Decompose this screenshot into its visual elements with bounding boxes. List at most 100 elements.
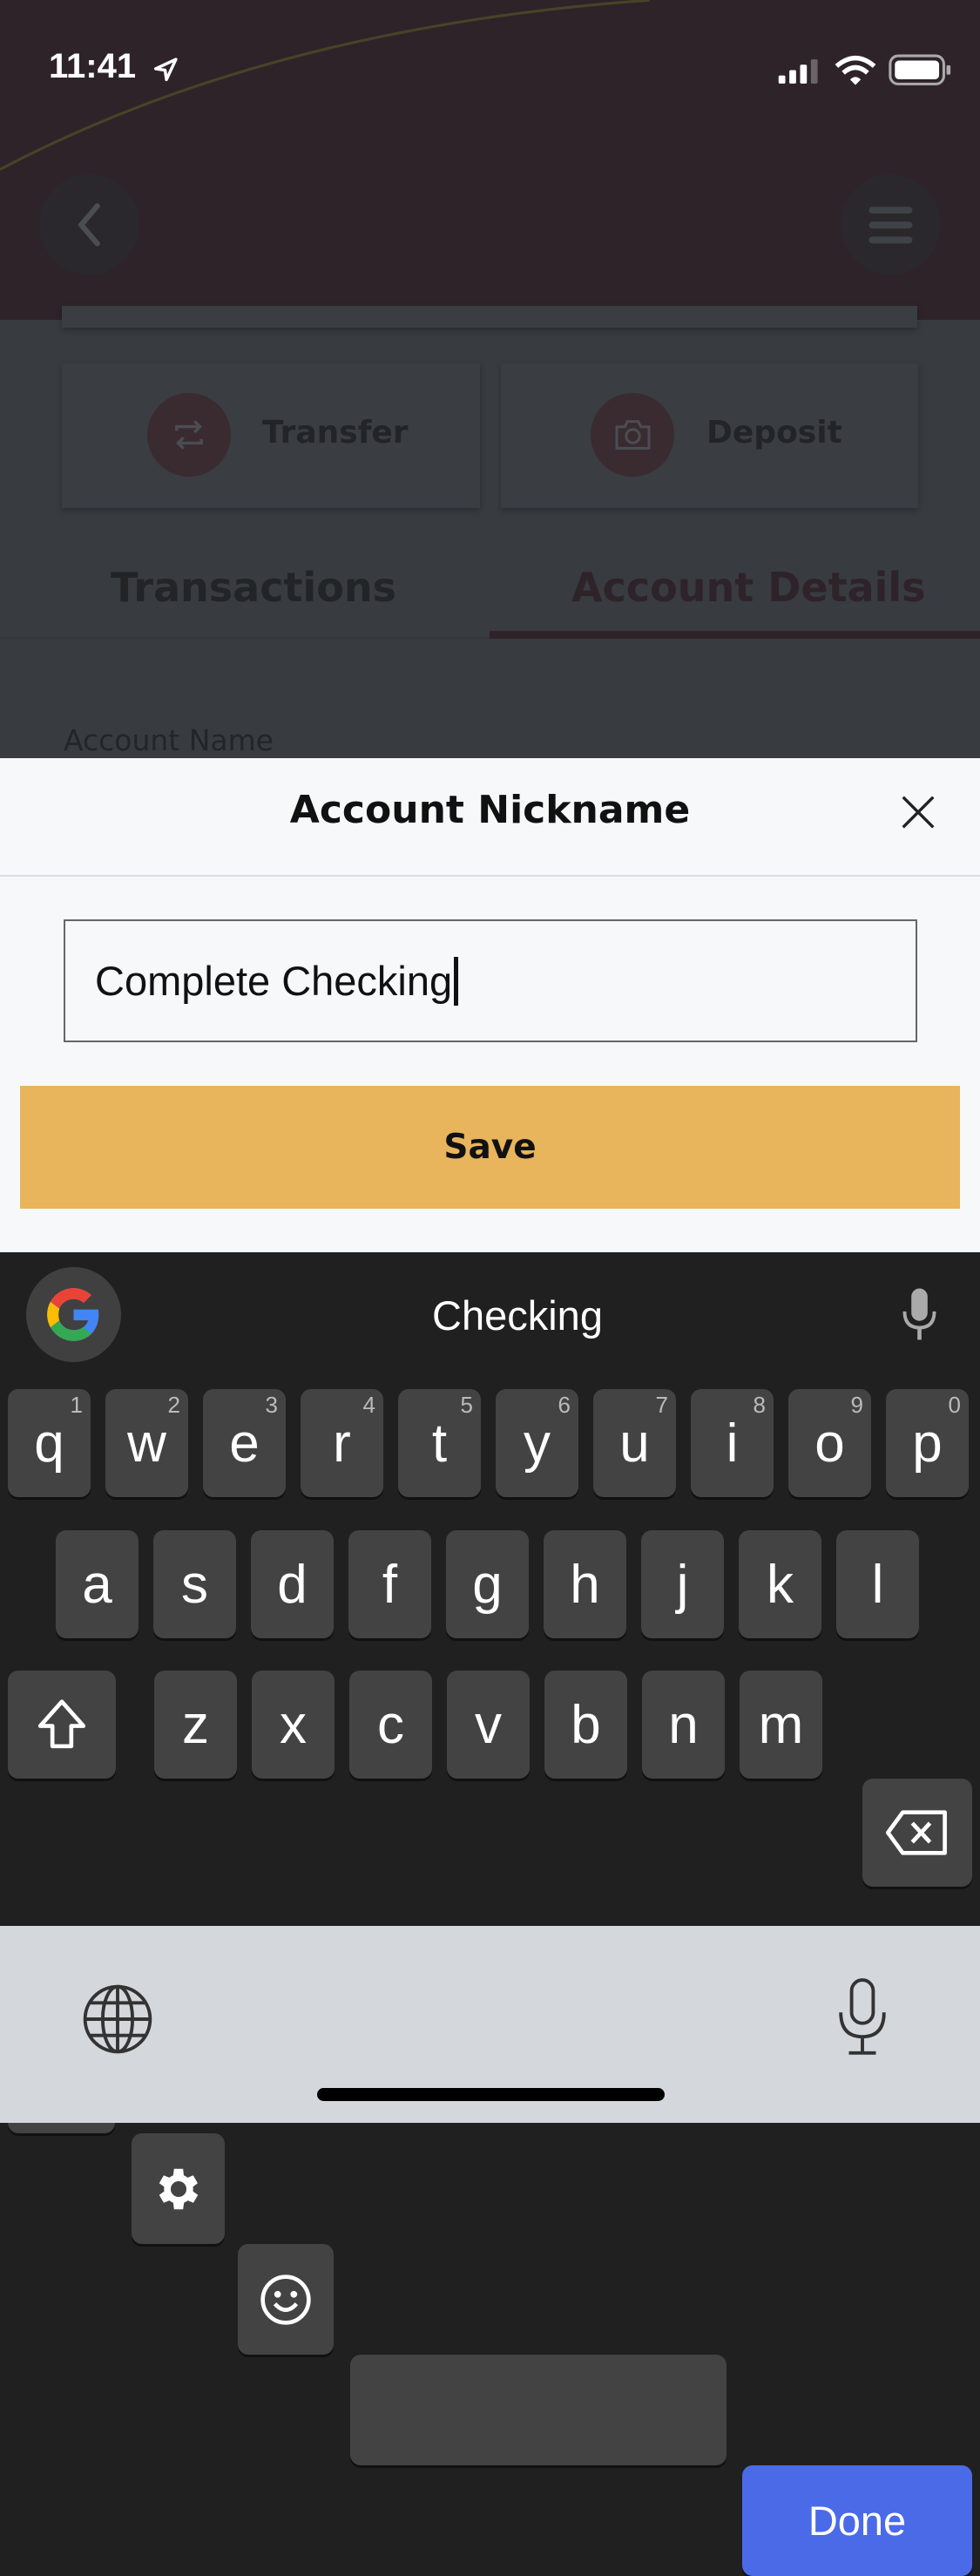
menu-button[interactable] xyxy=(841,174,941,275)
deposit-button[interactable]: Deposit xyxy=(501,363,918,508)
key-l[interactable]: l xyxy=(836,1530,919,1638)
home-indicator[interactable] xyxy=(317,2088,665,2101)
key-label: l xyxy=(871,1554,884,1615)
key-t[interactable]: t5 xyxy=(398,1389,481,1497)
tab-transactions[interactable]: Transactions xyxy=(111,564,396,611)
key-label: i xyxy=(726,1413,739,1474)
key-row-2: asdfghjkl xyxy=(56,1530,919,1638)
decorative-arc xyxy=(0,0,650,171)
backspace-key[interactable] xyxy=(862,1779,972,1887)
key-s[interactable]: s xyxy=(153,1530,236,1638)
key-row-1: q1w2e3r4t5y6u7i8o9p0 xyxy=(8,1389,969,1497)
modal-divider xyxy=(0,875,980,877)
key-number-hint: 5 xyxy=(460,1392,473,1418)
voice-input-icon[interactable] xyxy=(899,1287,940,1341)
key-z[interactable]: z xyxy=(154,1671,237,1779)
deposit-icon-circle xyxy=(591,393,674,477)
done-key[interactable]: Done xyxy=(742,2465,972,2576)
emoji-key[interactable] xyxy=(238,2244,334,2355)
tab-account-details[interactable]: Account Details xyxy=(571,564,926,611)
key-p[interactable]: p0 xyxy=(886,1389,969,1497)
key-number-hint: 2 xyxy=(167,1392,180,1418)
key-number-hint: 4 xyxy=(362,1392,375,1418)
backspace-icon xyxy=(885,1810,947,1855)
key-label: e xyxy=(229,1413,260,1474)
key-w[interactable]: w2 xyxy=(105,1389,188,1497)
transfer-arrows-icon xyxy=(175,420,203,450)
key-b[interactable]: b xyxy=(544,1671,627,1779)
shift-key[interactable] xyxy=(8,1671,116,1779)
key-label: p xyxy=(912,1413,943,1474)
key-u[interactable]: u7 xyxy=(593,1389,676,1497)
dimmed-background: Transfer Deposit Transactions Account De… xyxy=(0,306,980,758)
key-j[interactable]: j xyxy=(641,1530,724,1638)
globe-icon[interactable] xyxy=(81,1983,154,2056)
key-label: a xyxy=(82,1554,112,1615)
key-label: s xyxy=(181,1554,208,1615)
dictation-mic-icon[interactable] xyxy=(835,1977,889,2058)
wifi-icon xyxy=(835,55,876,85)
key-r[interactable]: r4 xyxy=(301,1389,383,1497)
hamburger-menu-icon xyxy=(868,207,913,244)
key-label: v xyxy=(475,1694,502,1755)
key-f[interactable]: f xyxy=(348,1530,431,1638)
app-header: 11:41 xyxy=(0,0,980,320)
key-n[interactable]: n xyxy=(642,1671,725,1779)
key-x[interactable]: x xyxy=(252,1671,335,1779)
account-card xyxy=(62,306,917,328)
google-g-icon xyxy=(47,1288,99,1341)
keyboard-bottom-bar xyxy=(0,1926,980,2123)
cellular-signal-icon xyxy=(778,59,818,84)
back-button[interactable] xyxy=(39,174,139,275)
key-k[interactable]: k xyxy=(739,1530,821,1638)
transfer-label: Transfer xyxy=(262,415,409,451)
key-d[interactable]: d xyxy=(251,1530,334,1638)
key-e[interactable]: e3 xyxy=(203,1389,286,1497)
key-v[interactable]: v xyxy=(447,1671,530,1779)
key-label: n xyxy=(668,1694,699,1755)
key-q[interactable]: q1 xyxy=(8,1389,91,1497)
key-a[interactable]: a xyxy=(56,1530,139,1638)
key-label: y xyxy=(524,1413,551,1474)
key-g[interactable]: g xyxy=(446,1530,529,1638)
save-button[interactable]: Save xyxy=(20,1086,960,1209)
camera-icon xyxy=(615,420,650,450)
key-number-hint: 1 xyxy=(70,1392,83,1418)
key-y[interactable]: y6 xyxy=(496,1389,578,1497)
space-key[interactable] xyxy=(350,2355,727,2465)
key-label: d xyxy=(277,1554,308,1615)
nickname-input-value: Complete Checking xyxy=(95,958,453,1004)
close-icon[interactable] xyxy=(899,793,937,831)
key-label: h xyxy=(570,1554,600,1615)
transfer-button[interactable]: Transfer xyxy=(62,363,480,508)
settings-key[interactable] xyxy=(132,2133,225,2244)
nickname-input[interactable]: Complete Checking xyxy=(64,919,917,1042)
modal-title: Account Nickname xyxy=(289,788,691,832)
key-label: u xyxy=(619,1413,650,1474)
key-c[interactable]: c xyxy=(349,1671,432,1779)
key-label: o xyxy=(814,1413,845,1474)
key-label: j xyxy=(676,1554,689,1615)
tab-divider xyxy=(0,637,490,639)
key-label: g xyxy=(472,1554,503,1615)
key-label: q xyxy=(34,1413,64,1474)
nickname-modal: Account Nickname Complete Checking Save xyxy=(0,758,980,1252)
key-number-hint: 8 xyxy=(753,1392,766,1418)
key-label: c xyxy=(377,1694,404,1755)
key-i[interactable]: i8 xyxy=(691,1389,774,1497)
key-number-hint: 3 xyxy=(265,1392,278,1418)
key-label: b xyxy=(571,1694,601,1755)
chevron-left-icon xyxy=(78,202,100,247)
key-label: t xyxy=(431,1413,448,1474)
key-label: f xyxy=(382,1554,398,1615)
transfer-icon-circle xyxy=(147,393,231,477)
account-name-label: Account Name xyxy=(64,723,274,757)
key-number-hint: 7 xyxy=(655,1392,668,1418)
key-o[interactable]: o9 xyxy=(788,1389,871,1497)
key-label: k xyxy=(767,1554,794,1615)
google-button[interactable] xyxy=(26,1267,121,1362)
key-h[interactable]: h xyxy=(544,1530,626,1638)
deposit-label: Deposit xyxy=(706,415,842,451)
suggestion-word[interactable]: Checking xyxy=(343,1291,692,1339)
key-m[interactable]: m xyxy=(740,1671,822,1779)
